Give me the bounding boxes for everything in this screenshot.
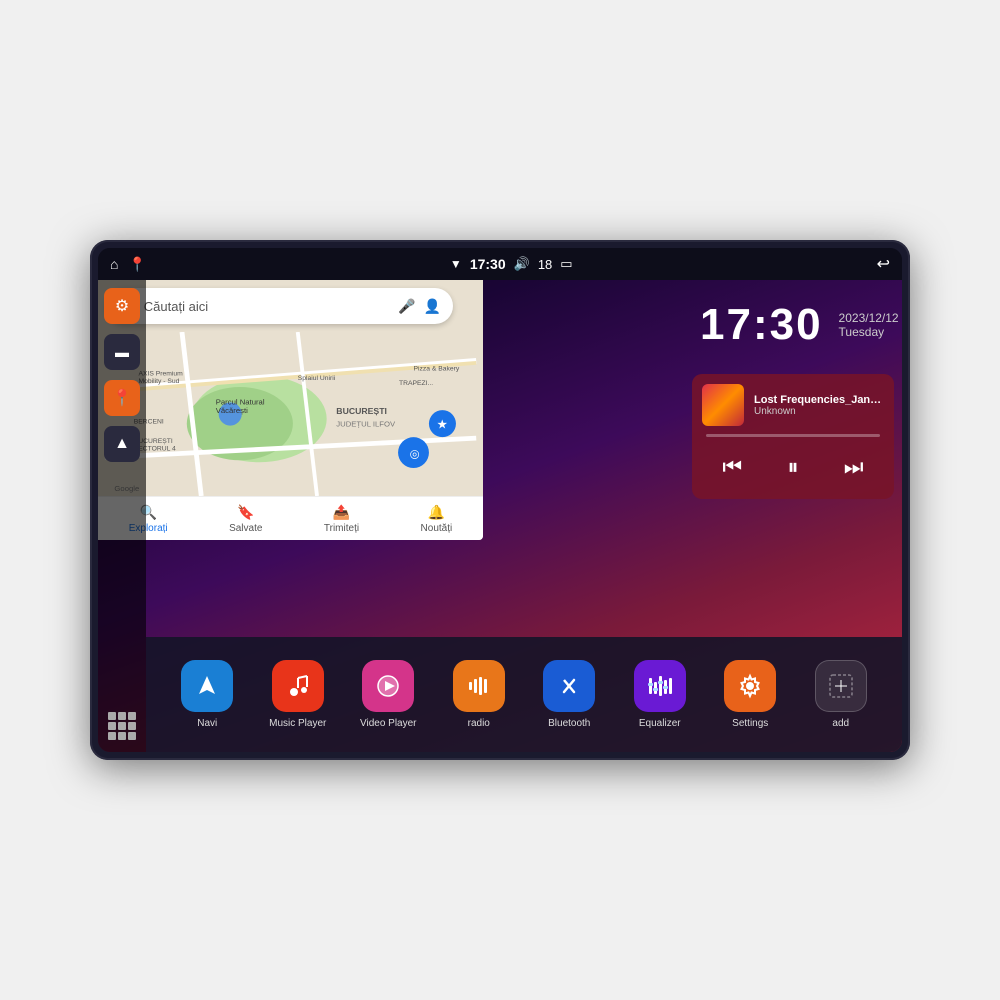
bluetooth-icon	[555, 672, 583, 700]
app-video-player[interactable]: Video Player	[354, 660, 422, 729]
prev-button[interactable]: ⏮	[714, 449, 750, 485]
equalizer-icon	[646, 672, 674, 700]
main-content: ⚙ ▬ 📍 ▲	[98, 280, 902, 752]
status-right: ↩	[877, 254, 890, 274]
music-controls: ⏮ ⏸ ⏭	[702, 445, 884, 489]
map-search-bar[interactable]: 🗺 Căutați aici 🎤 👤	[106, 288, 453, 324]
volume-icon: 🔊	[514, 256, 530, 272]
wifi-icon: ▼	[450, 257, 462, 271]
map-news-btn[interactable]: 🔔 Noutăți	[421, 504, 453, 534]
bluetooth-label: Bluetooth	[548, 718, 590, 729]
status-center: ▼ 17:30 🔊 18 ▭	[450, 256, 573, 272]
clock-display: 17:30	[700, 300, 823, 350]
home-icon[interactable]: ⌂	[110, 256, 118, 272]
video-player-icon	[374, 672, 402, 700]
news-icon: 🔔	[428, 504, 445, 521]
equalizer-label: Equalizer	[639, 718, 681, 729]
share-icon: 📤	[333, 504, 350, 521]
svg-text:TRAPEZI...: TRAPEZI...	[399, 380, 433, 387]
apps-grid-btn[interactable]	[104, 708, 140, 744]
svg-text:Pizza & Bakery: Pizza & Bakery	[413, 366, 459, 373]
svg-text:Splaiul Unirii: Splaiul Unirii	[298, 375, 336, 382]
left-sidebar: ⚙ ▬ 📍 ▲	[98, 280, 146, 752]
navi-icon	[193, 672, 221, 700]
maps-status-icon[interactable]: 📍	[128, 256, 145, 273]
equalizer-icon-bg	[634, 660, 686, 712]
settings-icon: ⚙	[115, 296, 129, 316]
sidebar-files-btn[interactable]: ▬	[104, 334, 140, 370]
next-button[interactable]: ⏭	[836, 449, 872, 485]
device-frame: ⌂ 📍 ▼ 17:30 🔊 18 ▭ ↩	[90, 240, 910, 760]
saved-label: Salvate	[229, 523, 262, 534]
svg-text:◎: ◎	[410, 448, 420, 460]
account-icon[interactable]: 👤	[424, 298, 441, 315]
sidebar-nav-btn[interactable]: ▲	[104, 426, 140, 462]
music-player-icon	[284, 672, 312, 700]
music-icon-bg	[272, 660, 324, 712]
app-music-player[interactable]: Music Player	[264, 660, 332, 729]
pause-button[interactable]: ⏸	[775, 449, 811, 485]
status-left: ⌂ 📍	[110, 256, 146, 273]
device-screen: ⌂ 📍 ▼ 17:30 🔊 18 ▭ ↩	[98, 248, 902, 752]
bluetooth-icon-bg	[543, 660, 595, 712]
music-info-row: Lost Frequencies_Janie... Unknown	[702, 384, 884, 426]
app-radio[interactable]: radio	[445, 660, 513, 729]
map-share-btn[interactable]: 📤 Trimiteți	[324, 504, 359, 534]
sidebar-location-btn[interactable]: 📍	[104, 380, 140, 416]
svg-text:Văcărești: Văcărești	[216, 406, 248, 415]
music-text: Lost Frequencies_Janie... Unknown	[754, 394, 884, 417]
video-player-label: Video Player	[360, 718, 417, 729]
mic-icon[interactable]: 🎤	[398, 298, 415, 315]
saved-icon: 🔖	[237, 504, 254, 521]
clock-date-value: 2023/12/12	[839, 311, 899, 325]
music-progress-bar[interactable]	[706, 434, 880, 437]
clock-date: 2023/12/12 Tuesday	[839, 311, 899, 339]
app-bluetooth[interactable]: Bluetooth	[535, 660, 603, 729]
app-navi[interactable]: Navi	[173, 660, 241, 729]
sidebar-settings-btn[interactable]: ⚙	[104, 288, 140, 324]
svg-text:Parcul Natural: Parcul Natural	[216, 397, 265, 406]
svg-text:★: ★	[437, 417, 448, 431]
map-bottom-bar: 🔍 Explorați 🔖 Salvate 📤 Trimiteți 🔔 Nout…	[98, 496, 483, 540]
music-widget: Lost Frequencies_Janie... Unknown ⏮ ⏸ ⏭	[692, 374, 894, 499]
svg-text:BUCUREȘTI: BUCUREȘTI	[336, 406, 387, 416]
map-svg: Parcul Natural Văcărești BUCUREȘTI JUDEȚ…	[98, 332, 483, 496]
map-container[interactable]: 🗺 Căutați aici 🎤 👤	[98, 280, 483, 540]
map-search-text[interactable]: Căutați aici	[144, 299, 390, 314]
map-saved-btn[interactable]: 🔖 Salvate	[229, 504, 262, 534]
video-icon-bg	[362, 660, 414, 712]
battery-icon: ▭	[560, 256, 572, 272]
album-art	[702, 384, 744, 426]
clock-widget: 17:30 2023/12/12 Tuesday	[684, 280, 902, 370]
battery-level: 18	[538, 257, 552, 272]
navi-label: Navi	[197, 718, 217, 729]
radio-icon-bg	[453, 660, 505, 712]
radio-icon	[465, 672, 493, 700]
clock-status: 17:30	[470, 256, 506, 272]
navi-icon-bg	[181, 660, 233, 712]
status-bar: ⌂ 📍 ▼ 17:30 🔊 18 ▭ ↩	[98, 248, 902, 280]
radio-label: radio	[468, 718, 490, 729]
right-panel: 17:30 2023/12/12 Tuesday Lost Frequencie…	[684, 280, 902, 752]
music-artist: Unknown	[754, 406, 884, 417]
news-label: Noutăți	[421, 523, 453, 534]
location-icon: 📍	[112, 388, 132, 408]
svg-text:JUDEȚUL ILFOV: JUDEȚUL ILFOV	[336, 420, 396, 429]
music-title: Lost Frequencies_Janie...	[754, 394, 884, 406]
music-player-label: Music Player	[269, 718, 326, 729]
clock-day-value: Tuesday	[839, 325, 899, 339]
share-label: Trimiteți	[324, 523, 359, 534]
files-icon: ▬	[115, 344, 129, 360]
nav-icon: ▲	[114, 435, 130, 453]
back-icon[interactable]: ↩	[877, 254, 890, 274]
